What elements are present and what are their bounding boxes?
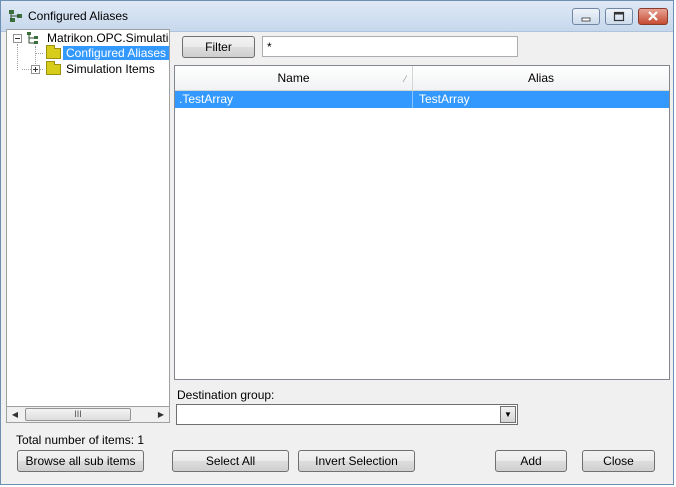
tree-item-root[interactable]: Matrikon.OPC.Simulatio [47, 30, 170, 46]
tree-item-simulation-items[interactable]: Simulation Items [66, 61, 155, 77]
tree-item-configured-aliases-label: Configured Aliases [63, 46, 169, 60]
browse-all-sub-items-button[interactable]: Browse all sub items [17, 450, 144, 472]
chevron-down-icon[interactable]: ▼ [500, 406, 516, 423]
column-header-name[interactable]: Name ⁄ [175, 66, 413, 90]
destination-group-label: Destination group: [177, 388, 275, 402]
tree-connector [35, 53, 43, 54]
aliases-table[interactable]: Name ⁄ Alias .TestArray TestArray [174, 65, 670, 380]
table-row[interactable]: .TestArray TestArray [175, 91, 669, 108]
tree-item-configured-aliases[interactable]: Configured Aliases [63, 45, 169, 61]
invert-selection-button[interactable]: Invert Selection [298, 450, 415, 472]
tree-connector [17, 44, 18, 70]
folder-icon [46, 61, 61, 75]
scroll-grip: III [74, 409, 82, 419]
table-header: Name ⁄ Alias [175, 66, 669, 91]
server-tree-icon [27, 32, 38, 44]
filter-input[interactable] [262, 36, 518, 57]
maximize-button[interactable] [605, 8, 633, 25]
filter-button[interactable]: Filter [182, 36, 255, 58]
tree-item-root-label: Matrikon.OPC.Simulatio [47, 31, 170, 45]
minimize-icon [581, 17, 591, 22]
configured-aliases-window: Configured Aliases Matrikon.OPC.Simulati… [0, 0, 674, 485]
cell-name: .TestArray [175, 91, 413, 108]
sort-indicator-icon: ⁄ [404, 74, 406, 84]
title-bar[interactable]: Configured Aliases [1, 1, 673, 32]
add-button[interactable]: Add [495, 450, 567, 472]
scroll-right-arrow-icon[interactable]: ▶ [153, 407, 169, 422]
cell-alias: TestArray [419, 92, 470, 106]
close-icon [648, 11, 658, 21]
select-all-button[interactable]: Select All [172, 450, 289, 472]
tree-item-simulation-items-label: Simulation Items [66, 62, 155, 76]
close-window-button[interactable] [638, 8, 668, 25]
expand-toggle[interactable] [31, 65, 40, 74]
scroll-thumb[interactable]: III [25, 408, 131, 421]
total-items-status: Total number of items: 1 [16, 433, 145, 447]
scroll-left-arrow-icon[interactable]: ◀ [7, 407, 23, 422]
tree-network-icon [9, 10, 22, 22]
column-header-name-label: Name [277, 71, 310, 85]
window-title: Configured Aliases [28, 9, 129, 23]
close-button[interactable]: Close [582, 450, 655, 472]
column-header-alias[interactable]: Alias [413, 66, 669, 90]
collapse-toggle[interactable] [13, 34, 22, 43]
tree-horizontal-scrollbar[interactable]: ◀ III ▶ [6, 406, 170, 423]
column-header-alias-label: Alias [527, 71, 554, 85]
maximize-icon [613, 11, 625, 22]
minimize-button[interactable] [572, 8, 600, 25]
folder-icon [46, 45, 61, 59]
destination-group-combobox[interactable]: ▼ [176, 404, 518, 425]
tree-view[interactable]: Matrikon.OPC.Simulatio Configured Aliase… [6, 29, 170, 423]
